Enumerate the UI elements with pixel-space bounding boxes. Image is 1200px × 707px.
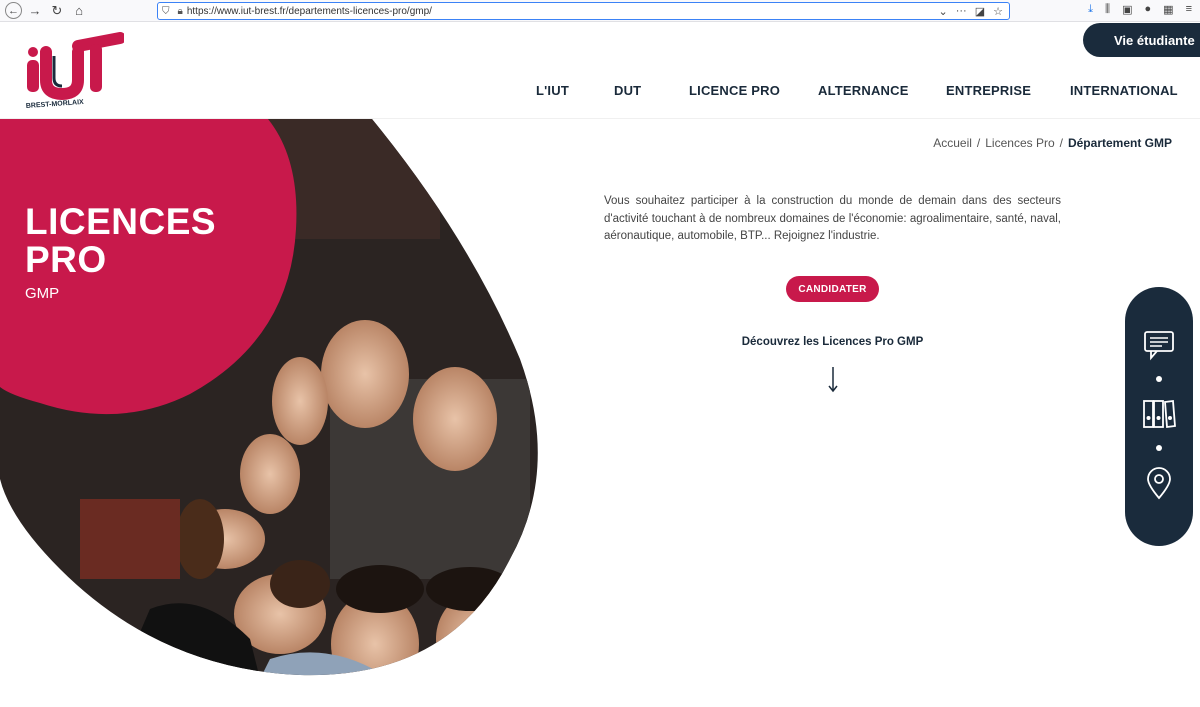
url-text[interactable]: https://www.iut-brest.fr/departements-li… xyxy=(187,6,939,17)
iut-logo[interactable]: BREST-MORLAIX xyxy=(24,32,124,112)
separator-dot xyxy=(1156,376,1162,382)
breadcrumb-separator: / xyxy=(976,136,981,150)
home-icon[interactable]: ⌂ xyxy=(70,2,88,20)
chevron-down-icon[interactable]: ⌄ xyxy=(939,5,948,18)
location-pin-icon[interactable] xyxy=(1142,467,1176,501)
nav-item-alternance[interactable]: ALTERNANCE xyxy=(818,83,909,98)
nav-item-iut[interactable]: L'IUT xyxy=(536,83,569,98)
menu-icon[interactable]: ≡ xyxy=(1186,3,1192,16)
chat-icon[interactable] xyxy=(1142,327,1176,361)
lock-icon: 🔒︎ xyxy=(177,5,183,17)
main-navigation: L'IUT DUT LICENCE PRO ALTERNANCE ENTREPR… xyxy=(0,83,1200,99)
hero-subtitle: GMP xyxy=(25,285,60,302)
nav-item-entreprise[interactable]: ENTREPRISE xyxy=(946,83,1031,98)
breadcrumb-current: Département GMP xyxy=(1067,136,1172,150)
account-icon[interactable]: ● xyxy=(1145,3,1152,16)
nav-item-licence-pro[interactable]: LICENCE PRO xyxy=(689,83,780,98)
pocket-icon[interactable]: ◪ xyxy=(975,5,985,18)
more-icon[interactable]: ··· xyxy=(956,5,967,18)
bookmark-star-icon[interactable]: ☆ xyxy=(993,5,1003,18)
logo-subtitle: BREST-MORLAIX xyxy=(26,99,85,110)
nav-item-international[interactable]: INTERNATIONAL xyxy=(1070,83,1178,98)
nav-item-dut[interactable]: DUT xyxy=(614,83,641,98)
side-quick-links xyxy=(1125,287,1193,546)
reload-icon[interactable]: ↻ xyxy=(48,2,66,20)
back-icon[interactable]: ← xyxy=(5,2,22,19)
hero-title-line1: LICENCES xyxy=(25,201,217,242)
forward-icon[interactable]: → xyxy=(26,2,44,20)
separator-dot xyxy=(1156,445,1162,451)
breadcrumb-separator: / xyxy=(1059,136,1063,150)
discover-heading[interactable]: Découvrez les Licences Pro GMP xyxy=(700,336,965,348)
breadcrumb-accueil[interactable]: Accueil xyxy=(933,136,972,150)
intro-paragraph: Vous souhaitez participer à la construct… xyxy=(604,195,1061,242)
extensions-icon[interactable]: ▦ xyxy=(1163,3,1173,16)
hero-title-line2: PRO xyxy=(25,239,107,280)
breadcrumb: Accueil / Licences Pro / Département GMP xyxy=(933,136,1172,150)
sidebar-icon[interactable]: ▣ xyxy=(1122,3,1132,16)
breadcrumb-licences-pro[interactable]: Licences Pro xyxy=(985,136,1054,150)
library-icon[interactable]: ⫼ xyxy=(1105,3,1110,16)
download-icon[interactable]: ⤓ xyxy=(1088,3,1093,16)
binders-icon[interactable] xyxy=(1142,397,1176,431)
address-bar[interactable]: ⛉ 🔒︎ https://www.iut-brest.fr/departemen… xyxy=(157,2,1010,20)
hero-title: LICENCES PRO xyxy=(25,203,216,279)
shield-icon[interactable]: ⛉ xyxy=(162,6,170,17)
candidater-button[interactable]: CANDIDATER xyxy=(786,276,879,302)
arrow-down-icon[interactable] xyxy=(826,367,840,393)
vie-etudiante-button[interactable]: Vie étudiante xyxy=(1083,23,1200,57)
browser-toolbar: ← → ↻ ⌂ ⛉ 🔒︎ https://www.iut-brest.fr/de… xyxy=(0,0,1200,22)
